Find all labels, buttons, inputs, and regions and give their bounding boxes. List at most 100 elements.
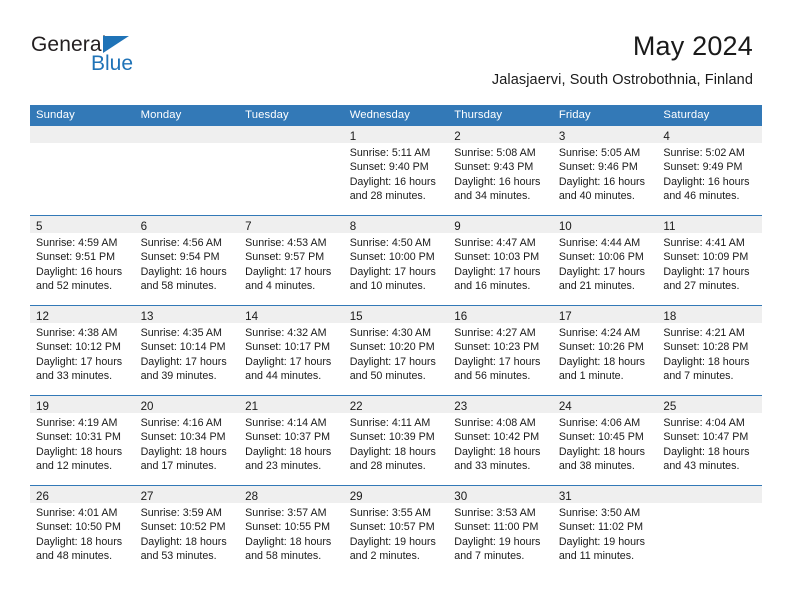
daylight-text-line1: Daylight: 16 hours (454, 175, 541, 188)
daylight-text-line2: and 28 minutes. (349, 189, 426, 202)
sunrise-text: Sunrise: 3:50 AM (558, 507, 641, 519)
calendar-day-cell[interactable]: 30 Sunrise: 3:53 AM Sunset: 11:00 PM Daylig… (448, 485, 553, 575)
day-number-band: 15 (343, 306, 449, 323)
calendar-day-cell[interactable]: 12 Sunrise: 4:38 AM Sunset: 10:12 PM Daylig… (30, 305, 135, 396)
day-number-band: 24 (552, 396, 658, 413)
calendar-day-cell[interactable]: 11 Sunrise: 4:41 AM Sunset: 10:09 PM Daylig… (657, 215, 762, 306)
calendar-cell-empty (134, 126, 240, 216)
day-number: 25 (663, 400, 677, 413)
sunset-text: Sunset: 10:34 PM (140, 431, 226, 444)
calendar-page: General Blue May 2024 Jalasjaervi, South… (0, 0, 792, 612)
day-number-band: 17 (552, 306, 658, 323)
day-number: 7 (245, 220, 252, 233)
day-number-band: 16 (448, 306, 553, 323)
daylight-text-line2: and 53 minutes. (140, 549, 217, 562)
day-number: 23 (454, 400, 468, 413)
day-number-band: 26 (30, 486, 135, 503)
day-number-band (30, 126, 135, 143)
calendar-day-cell[interactable]: 23 Sunrise: 4:08 AM Sunset: 10:42 PM Daylig… (448, 395, 553, 486)
calendar-day-cell[interactable]: 4 Sunrise: 5:02 AM Sunset: 9:49 PM Daylight… (657, 126, 762, 216)
sunset-text: Sunset: 10:57 PM (349, 521, 435, 534)
day-number-band: 8 (343, 216, 449, 233)
daylight-text-line2: and 56 minutes. (454, 369, 531, 382)
sunrise-text: Sunrise: 4:24 AM (558, 327, 641, 339)
sunset-text: Sunset: 10:28 PM (663, 341, 749, 354)
day-number: 17 (558, 310, 572, 323)
calendar-day-cell[interactable]: 18 Sunrise: 4:21 AM Sunset: 10:28 PM Daylig… (657, 305, 762, 396)
sunset-text: Sunset: 10:31 PM (36, 431, 121, 444)
calendar-day-cell[interactable]: 10 Sunrise: 4:44 AM Sunset: 10:06 PM Daylig… (552, 215, 658, 306)
calendar-day-cell[interactable]: 31 Sunrise: 3:50 AM Sunset: 11:02 PM Daylig… (552, 485, 658, 575)
daylight-text-line1: Daylight: 17 hours (454, 265, 541, 278)
day-number-band (657, 486, 762, 503)
day-details: Sunrise: 4:38 AM Sunset: 10:12 PM Daylight… (30, 323, 135, 383)
calendar-day-cell[interactable]: 21 Sunrise: 4:14 AM Sunset: 10:37 PM Daylig… (239, 395, 344, 486)
day-number: 28 (245, 490, 259, 503)
daylight-text-line2: and 21 minutes. (558, 279, 635, 292)
day-number: 30 (454, 490, 468, 503)
day-details: Sunrise: 4:53 AM Sunset: 9:57 PM Daylight:… (239, 233, 344, 293)
day-details: Sunrise: 4:16 AM Sunset: 10:34 PM Daylight… (135, 413, 240, 473)
calendar-day-cell[interactable]: 29 Sunrise: 3:55 AM Sunset: 10:57 PM Daylig… (343, 485, 449, 575)
daylight-text-line1: Daylight: 16 hours (140, 265, 227, 278)
sunset-text: Sunset: 10:03 PM (454, 251, 540, 264)
calendar-day-cell[interactable]: 27 Sunrise: 3:59 AM Sunset: 10:52 PM Daylig… (134, 485, 240, 575)
daylight-text-line1: Daylight: 16 hours (36, 265, 123, 278)
calendar-day-cell[interactable]: 2 Sunrise: 5:08 AM Sunset: 9:43 PM Daylight… (448, 126, 553, 216)
sunset-text: Sunset: 10:00 PM (349, 251, 435, 264)
sunrise-text: Sunrise: 4:35 AM (140, 327, 222, 339)
general-blue-logo: General Blue (31, 34, 211, 84)
day-number: 24 (558, 400, 572, 413)
sunrise-text: Sunrise: 4:30 AM (349, 327, 432, 339)
calendar-day-cell[interactable]: 7 Sunrise: 4:53 AM Sunset: 9:57 PM Daylight… (239, 215, 344, 306)
calendar-day-cell[interactable]: 15 Sunrise: 4:30 AM Sunset: 10:20 PM Daylig… (343, 305, 449, 396)
page-header: General Blue May 2024 Jalasjaervi, South… (0, 0, 792, 100)
calendar-day-cell[interactable]: 3 Sunrise: 5:05 AM Sunset: 9:46 PM Daylight… (552, 126, 658, 216)
day-number-band: 3 (552, 126, 658, 143)
day-number: 15 (349, 310, 363, 323)
calendar-week-row: 26 Sunrise: 4:01 AM Sunset: 10:50 PM Daylig… (30, 485, 762, 575)
calendar-day-cell[interactable]: 19 Sunrise: 4:19 AM Sunset: 10:31 PM Daylig… (30, 395, 135, 486)
calendar-day-cell[interactable]: 6 Sunrise: 4:56 AM Sunset: 9:54 PM Daylight… (134, 215, 240, 306)
calendar-day-cell[interactable]: 26 Sunrise: 4:01 AM Sunset: 10:50 PM Daylig… (30, 485, 135, 575)
daylight-text-line1: Daylight: 18 hours (245, 445, 332, 458)
sunrise-text: Sunrise: 4:38 AM (36, 327, 118, 339)
calendar-day-cell[interactable]: 25 Sunrise: 4:04 AM Sunset: 10:47 PM Daylig… (657, 395, 762, 486)
daylight-text-line2: and 12 minutes. (36, 459, 113, 472)
daylight-text-line2: and 38 minutes. (558, 459, 635, 472)
calendar-day-cell[interactable]: 8 Sunrise: 4:50 AM Sunset: 10:00 PM Dayligh… (343, 215, 449, 306)
calendar-day-cell[interactable]: 1 Sunrise: 5:11 AM Sunset: 9:40 PM Daylight… (343, 126, 449, 216)
calendar-day-cell[interactable]: 20 Sunrise: 4:16 AM Sunset: 10:34 PM Daylig… (134, 395, 240, 486)
calendar-day-cell[interactable]: 17 Sunrise: 4:24 AM Sunset: 10:26 PM Daylig… (552, 305, 658, 396)
day-details: Sunrise: 4:41 AM Sunset: 10:09 PM Daylight… (657, 233, 762, 293)
daylight-text-line1: Daylight: 17 hours (245, 355, 332, 368)
daylight-text-line2: and 39 minutes. (140, 369, 217, 382)
calendar-day-cell[interactable]: 24 Sunrise: 4:06 AM Sunset: 10:45 PM Daylig… (552, 395, 658, 486)
calendar-week-row: 5 Sunrise: 4:59 AM Sunset: 9:51 PM Daylight… (30, 215, 762, 306)
sunrise-text: Sunrise: 5:08 AM (454, 147, 536, 159)
daylight-text-line2: and 34 minutes. (454, 189, 531, 202)
calendar-day-cell[interactable]: 5 Sunrise: 4:59 AM Sunset: 9:51 PM Daylight… (30, 215, 135, 306)
day-number: 19 (36, 400, 49, 413)
calendar-day-cell[interactable]: 13 Sunrise: 4:35 AM Sunset: 10:14 PM Daylig… (134, 305, 240, 396)
logo-text-blue: Blue (91, 52, 134, 75)
sunset-text: Sunset: 10:47 PM (663, 431, 749, 444)
calendar-day-cell[interactable]: 22 Sunrise: 4:11 AM Sunset: 10:39 PM Daylig… (343, 395, 449, 486)
day-number: 22 (349, 400, 363, 413)
daylight-text-line2: and 4 minutes. (245, 279, 316, 292)
calendar-day-cell[interactable]: 14 Sunrise: 4:32 AM Sunset: 10:17 PM Daylig… (239, 305, 344, 396)
sunset-text: Sunset: 11:00 PM (454, 521, 539, 534)
calendar-day-cell[interactable]: 16 Sunrise: 4:27 AM Sunset: 10:23 PM Daylig… (448, 305, 553, 396)
calendar-day-cell[interactable]: 9 Sunrise: 4:47 AM Sunset: 10:03 PM Dayligh… (448, 215, 553, 306)
calendar-cell-empty (239, 126, 344, 216)
weekday-header-tuesday: Tuesday (239, 105, 344, 126)
day-details: Sunrise: 4:08 AM Sunset: 10:42 PM Daylight… (448, 413, 553, 473)
day-number-band: 21 (239, 396, 344, 413)
sunrise-text: Sunrise: 4:59 AM (36, 237, 118, 249)
calendar-day-cell[interactable]: 28 Sunrise: 3:57 AM Sunset: 10:55 PM Daylig… (239, 485, 344, 575)
day-details: Sunrise: 5:02 AM Sunset: 9:49 PM Daylight:… (657, 143, 762, 203)
daylight-text-line2: and 16 minutes. (454, 279, 531, 292)
daylight-text-line2: and 11 minutes. (558, 549, 635, 562)
sunset-text: Sunset: 9:46 PM (558, 161, 638, 174)
weekday-header-wednesday: Wednesday (343, 105, 449, 126)
